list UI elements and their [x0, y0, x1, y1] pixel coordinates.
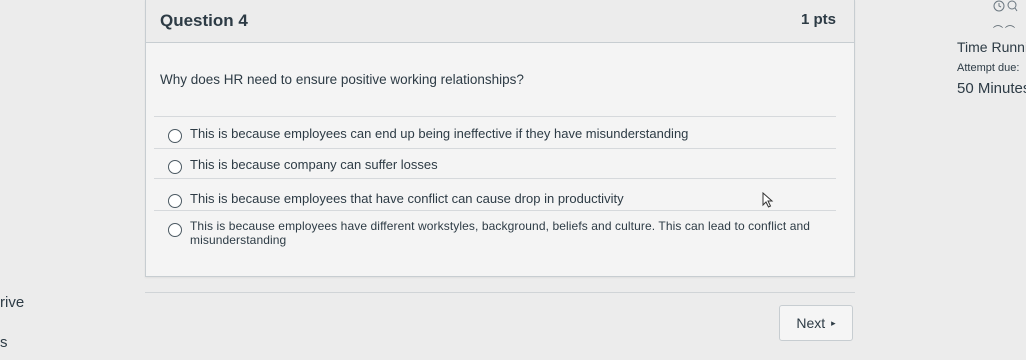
radio-icon[interactable]	[168, 160, 182, 174]
answer-option[interactable]: This is because employees that have conf…	[154, 178, 836, 210]
time-running-label: Time Runni	[957, 39, 1026, 55]
search-icon[interactable]	[1007, 0, 1018, 12]
question-card: Question 4 1 pts Why does HR need to ens…	[145, 0, 855, 277]
answer-label[interactable]: This is because employees have different…	[190, 219, 830, 247]
radio-icon[interactable]	[168, 129, 182, 143]
time-remaining: 50 Minutes	[957, 80, 1026, 97]
left-nav-text[interactable]: rive	[0, 294, 24, 311]
answer-label[interactable]: This is because company can suffer losse…	[190, 158, 438, 172]
question-points: 1 pts	[800, 11, 836, 28]
radio-icon[interactable]	[168, 194, 182, 208]
answer-label[interactable]: This is because employees can end up bei…	[190, 127, 688, 141]
clock-icon[interactable]	[993, 0, 1005, 12]
answer-list: This is because employees can end up bei…	[146, 116, 854, 256]
radio-icon[interactable]	[168, 223, 182, 237]
answer-label[interactable]: This is because employees that have conf…	[190, 192, 624, 206]
sidebar-icons	[993, 0, 1018, 12]
divider	[145, 292, 855, 293]
question-title: Question 4	[160, 11, 248, 30]
attempt-due-label: Attempt due:	[957, 62, 1020, 74]
sidebar-toggle[interactable]: ⌒⌒	[993, 22, 1017, 37]
answer-option[interactable]: This is because employees can end up bei…	[154, 116, 836, 148]
left-nav-text[interactable]: s	[0, 334, 8, 351]
quiz-screen: rive s Question 4 1 pts Why does HR need…	[0, 0, 1026, 360]
question-header: Question 4 1 pts	[146, 0, 854, 43]
question-text: Why does HR need to ensure positive work…	[160, 72, 524, 87]
quiz-sidebar: ⌒⌒ Time Runni Attempt due: 50 Minutes	[935, 0, 1026, 360]
next-button[interactable]: Next ▸	[779, 305, 853, 341]
pointer-cursor-icon	[762, 192, 774, 208]
next-button-label[interactable]: Next	[796, 315, 825, 331]
answer-option[interactable]: This is because company can suffer losse…	[154, 148, 836, 178]
caret-right-icon[interactable]: ▸	[831, 318, 836, 329]
answer-option[interactable]: This is because employees have different…	[154, 210, 836, 256]
